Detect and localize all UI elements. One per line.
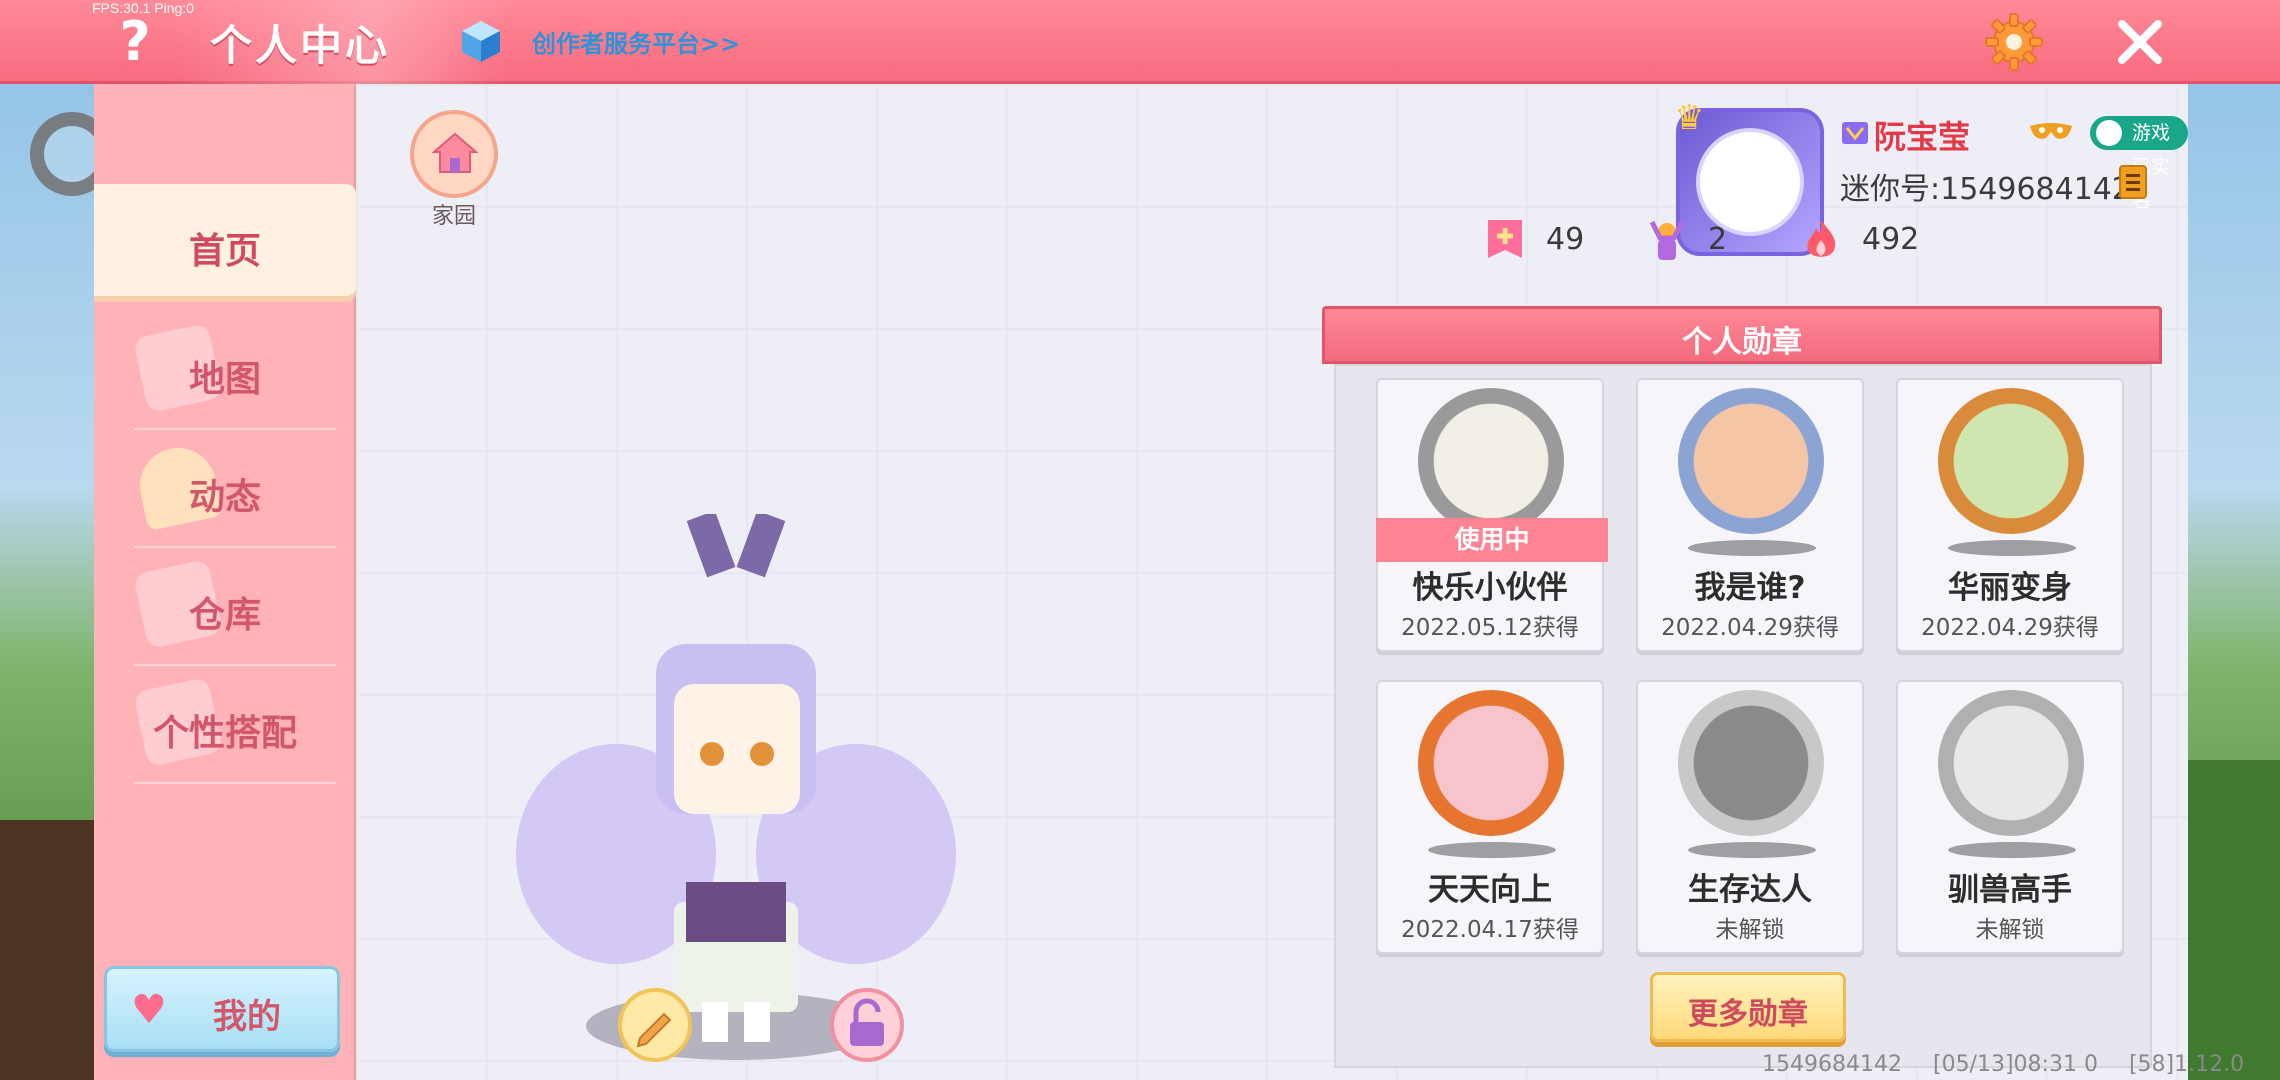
divider: [134, 782, 336, 784]
medal-card[interactable]: 使用中 快乐小伙伴 2022.05.12获得: [1376, 378, 1608, 652]
heart-icon: ♥: [131, 987, 167, 1033]
sidebar-item-feed[interactable]: 动态: [94, 430, 356, 548]
medal-header: 个人勋章: [1322, 306, 2162, 364]
cube-icon[interactable]: [458, 18, 504, 64]
help-button[interactable]: ?: [110, 12, 160, 72]
character-model[interactable]: [506, 514, 966, 1074]
more-medals-button[interactable]: 更多勋章: [1650, 972, 1846, 1042]
medal-card[interactable]: 生存达人 未解锁: [1636, 680, 1864, 954]
creator-platform-link[interactable]: 创作者服务平台>>: [532, 24, 740, 59]
sidebar-item-map[interactable]: 地图: [94, 312, 356, 430]
close-icon[interactable]: [2112, 14, 2168, 70]
medal-name: 天天向上: [1428, 872, 1552, 908]
plus-flag-icon: [1488, 220, 1522, 258]
medal-shadow: [1948, 842, 2076, 858]
medal-card[interactable]: 驯兽高手 未解锁: [1896, 680, 2124, 954]
mini-id: 迷你号:1549684142: [1840, 172, 2131, 207]
medal-name: 我是谁?: [1694, 570, 1806, 606]
debug-footer: 1549684142 [05/13]08:31 0 [58]1.12.0: [1762, 1052, 2268, 1077]
medal-name: 生存达人: [1688, 872, 1812, 908]
calendar-medal-icon: [1418, 690, 1564, 836]
cheer-icon: [1649, 220, 1685, 260]
home-button[interactable]: [410, 110, 498, 198]
main-content: 家园 ♛ 阮宝莹 游戏已实名 迷你号:1549684142 49 2 492 个…: [356, 84, 2188, 1080]
footer-version: [58]1.12.0: [2128, 1052, 2245, 1077]
medal-date: 2022.04.29获得: [1921, 615, 2099, 641]
home-label: 家园: [431, 204, 476, 229]
footer-time: [05/13]08:31 0: [1932, 1052, 2098, 1077]
footer-uid: 1549684142: [1762, 1052, 1902, 1077]
realname-badge: 游戏已实名: [2090, 116, 2188, 212]
campfire-medal-icon: [1678, 690, 1824, 836]
house-icon: [432, 132, 478, 173]
gear-icon[interactable]: [1984, 12, 2044, 72]
more-medals-label: 更多勋章: [1688, 997, 1808, 1032]
flame-icon: [1807, 220, 1836, 257]
avatar-image: [1696, 128, 1804, 236]
in-use-tag: 使用中: [1376, 518, 1608, 562]
mask-icon[interactable]: [2028, 118, 2074, 148]
person-icon: [2096, 120, 2122, 146]
medal-card[interactable]: 华丽变身 2022.04.29获得: [1896, 378, 2124, 652]
copy-icon[interactable]: [2116, 160, 2154, 202]
unlock-button[interactable]: [830, 988, 904, 1062]
lock-icon: [850, 998, 884, 1046]
fps-readout: FPS:30.1 Ping:0: [92, 0, 194, 16]
medal-date: 2022.04.29获得: [1661, 615, 1839, 641]
vip-badge-icon: [1842, 122, 1868, 144]
crown-icon: ♛: [1674, 98, 1705, 138]
nickname: 阮宝莹: [1874, 118, 1971, 156]
medal-name: 华丽变身: [1948, 570, 2072, 606]
transform-medal-icon: [1938, 388, 2084, 534]
buddy-medal-icon: [1418, 388, 1564, 534]
edit-button[interactable]: [618, 988, 692, 1062]
header-bar: ? 个人中心 创作者服务平台>>: [0, 0, 2280, 84]
sidebar-item-label: 首页: [188, 231, 261, 272]
pencil-icon: [636, 1012, 672, 1048]
medal-date: 2022.05.12获得: [1401, 615, 1579, 641]
medal-date: 2022.04.17获得: [1401, 917, 1579, 943]
my-button[interactable]: ♥ 我的: [104, 966, 340, 1052]
medal-name: 快乐小伙伴: [1412, 570, 1568, 606]
medal-card[interactable]: 天天向上 2022.04.17获得: [1376, 680, 1604, 954]
medal-shadow: [1428, 842, 1556, 858]
sidebar-item-outfit[interactable]: 个性搭配: [94, 666, 356, 784]
medal-shadow: [1948, 540, 2076, 556]
sidebar-item-warehouse[interactable]: 仓库: [94, 548, 356, 666]
medal-shadow: [1688, 842, 1816, 858]
medal-name: 驯兽高手: [1948, 872, 2072, 908]
letter-medal-icon: [1678, 388, 1824, 534]
sidebar-item-label: 动态: [188, 477, 261, 518]
medal-status: 未解锁: [1975, 917, 2045, 943]
page-title: 个人中心: [210, 21, 391, 70]
my-button-label: 我的: [213, 997, 281, 1037]
stat-cheer-value: 2: [1708, 222, 1728, 257]
medal-status: 未解锁: [1715, 917, 1785, 943]
horse-medal-icon: [1938, 690, 2084, 836]
sidebar-item-label: 仓库: [188, 595, 261, 636]
sidebar: 首页 地图 动态 仓库 个性搭配 ♥ 我的: [94, 84, 356, 1080]
medal-shadow: [1688, 540, 1816, 556]
sidebar-item-label: 地图: [188, 359, 261, 400]
medal-title: 个人勋章: [1682, 325, 1802, 360]
medal-card[interactable]: 我是谁? 2022.04.29获得: [1636, 378, 1864, 652]
stat-plus-value: 49: [1546, 222, 1585, 257]
stat-flame-value: 492: [1862, 222, 1920, 257]
sidebar-item-home[interactable]: 首页: [94, 184, 356, 302]
sidebar-item-label: 个性搭配: [152, 713, 297, 754]
